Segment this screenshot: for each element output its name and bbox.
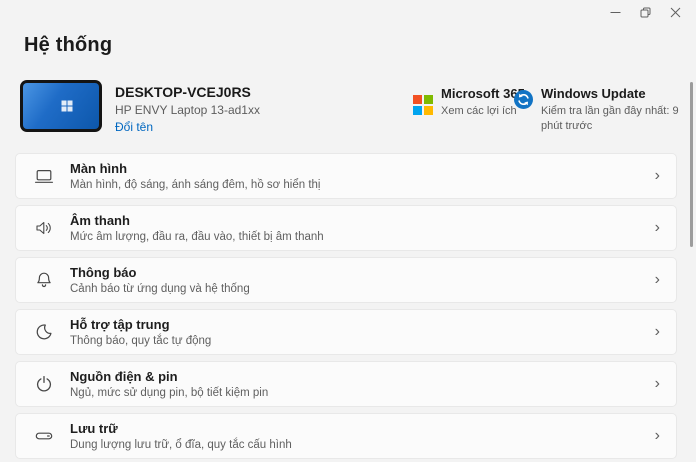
- chevron-right-icon: ›: [655, 168, 660, 184]
- scrollbar[interactable]: [690, 82, 693, 247]
- row-subtitle: Dung lượng lưu trữ, ổ đĩa, quy tắc cấu h…: [70, 439, 655, 451]
- row-title: Thông báo: [70, 265, 655, 280]
- row-title: Âm thanh: [70, 213, 655, 228]
- display-icon: [34, 166, 54, 186]
- laptop-screen: [23, 83, 99, 129]
- device-info: DESKTOP-VCEJ0RS HP ENVY Laptop 13-ad1xx …: [115, 84, 260, 134]
- close-icon[interactable]: [660, 0, 690, 24]
- focus-assist-icon: [34, 322, 54, 342]
- storage-icon: [34, 426, 54, 446]
- microsoft-365-title: Microsoft 365: [441, 86, 525, 101]
- settings-row[interactable]: Lưu trữ Dung lượng lưu trữ, ổ đĩa, quy t…: [15, 413, 677, 459]
- row-title: Hỗ trợ tập trung: [70, 317, 655, 332]
- row-subtitle: Thông báo, quy tắc tự động: [70, 335, 655, 347]
- windows-update-subtitle: Kiểm tra lần gần đây nhất: 9 phút trước: [541, 104, 693, 134]
- restore-icon[interactable]: [630, 0, 660, 24]
- windows-update-icon: [514, 90, 533, 134]
- windows-update-link[interactable]: Windows Update Kiểm tra lần gần đây nhất…: [514, 86, 693, 134]
- notifications-icon: [34, 270, 54, 290]
- settings-row[interactable]: Nguồn điện & pin Ngủ, mức sử dụng pin, b…: [15, 361, 677, 407]
- window-controls: [600, 0, 690, 24]
- windows-update-title: Windows Update: [541, 86, 693, 101]
- chevron-right-icon: ›: [655, 376, 660, 392]
- settings-row[interactable]: Hỗ trợ tập trung Thông báo, quy tắc tự đ…: [15, 309, 677, 355]
- page-title: Hệ thống: [24, 34, 112, 57]
- row-title: Màn hình: [70, 161, 655, 176]
- row-title: Lưu trữ: [70, 421, 655, 436]
- microsoft-365-link[interactable]: Microsoft 365 Xem các lợi ích: [413, 86, 525, 119]
- settings-list: Màn hình Màn hình, độ sáng, ánh sáng đêm…: [15, 153, 677, 459]
- rename-link[interactable]: Đổi tên: [115, 120, 260, 134]
- microsoft-365-subtitle: Xem các lợi ích: [441, 104, 525, 119]
- power-battery-icon: [34, 374, 54, 394]
- settings-row[interactable]: Thông báo Cảnh báo từ ứng dụng và hệ thố…: [15, 257, 677, 303]
- settings-row[interactable]: Màn hình Màn hình, độ sáng, ánh sáng đêm…: [15, 153, 677, 199]
- chevron-right-icon: ›: [655, 428, 660, 444]
- sound-icon: [34, 218, 54, 238]
- row-title: Nguồn điện & pin: [70, 369, 655, 384]
- minimize-icon[interactable]: [600, 0, 630, 24]
- titlebar: [0, 0, 696, 30]
- windows-logo-icon: [62, 101, 73, 112]
- row-subtitle: Mức âm lượng, đầu ra, đầu vào, thiết bị …: [70, 231, 655, 243]
- row-subtitle: Ngủ, mức sử dụng pin, bộ tiết kiệm pin: [70, 387, 655, 399]
- chevron-right-icon: ›: [655, 220, 660, 236]
- chevron-right-icon: ›: [655, 324, 660, 340]
- laptop-thumbnail: [20, 80, 102, 132]
- row-subtitle: Cảnh báo từ ứng dụng và hệ thống: [70, 283, 655, 295]
- device-model: HP ENVY Laptop 13-ad1xx: [115, 103, 260, 117]
- row-subtitle: Màn hình, độ sáng, ánh sáng đêm, hồ sơ h…: [70, 179, 655, 191]
- settings-row[interactable]: Âm thanh Mức âm lượng, đầu ra, đầu vào, …: [15, 205, 677, 251]
- device-name: DESKTOP-VCEJ0RS: [115, 84, 260, 100]
- microsoft-logo: [413, 90, 433, 119]
- chevron-right-icon: ›: [655, 272, 660, 288]
